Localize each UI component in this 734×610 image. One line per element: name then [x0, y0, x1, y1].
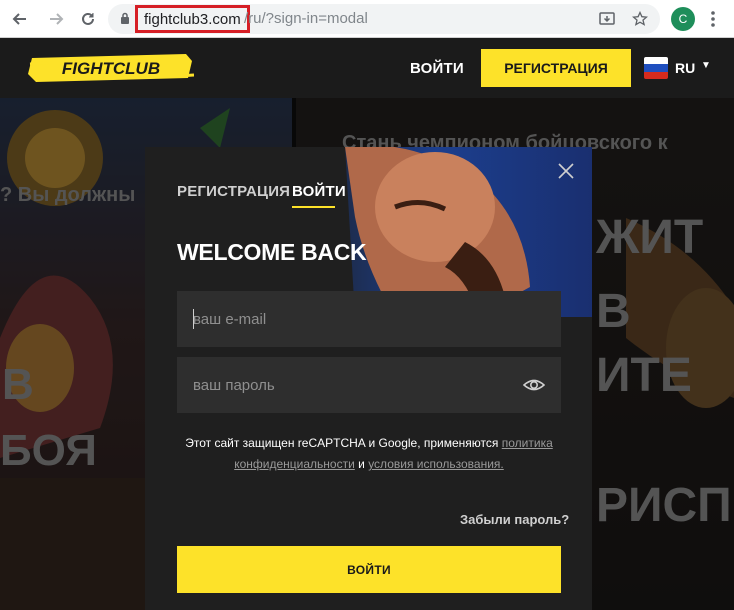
install-icon[interactable] — [598, 10, 616, 28]
logo-text: FIGHTCLUB — [62, 59, 160, 78]
header-login-link[interactable]: ВОЙТИ — [410, 60, 464, 77]
text-cursor — [193, 309, 194, 329]
tab-register[interactable]: РЕГИСТРАЦИЯ — [177, 183, 290, 200]
back-icon[interactable] — [8, 7, 32, 31]
reload-icon[interactable] — [76, 7, 100, 31]
active-tab-indicator — [292, 206, 335, 208]
star-icon[interactable] — [631, 10, 649, 28]
tab-login[interactable]: ВОЙТИ — [292, 183, 346, 200]
eye-icon[interactable] — [523, 375, 545, 395]
email-field-wrapper — [177, 291, 561, 347]
recaptcha-text: Этот сайт защищен reCAPTCHA и Google, пр… — [185, 436, 499, 450]
forgot-password-link[interactable]: Забыли пароль? — [460, 512, 569, 527]
password-field-wrapper — [177, 357, 561, 413]
close-icon[interactable] — [556, 161, 576, 181]
site-header: FIGHTCLUB ВОЙТИ РЕГИСТРАЦИЯ RU ▼ — [0, 38, 734, 98]
url-path: /ru/?sign-in=modal — [244, 10, 368, 27]
address-bar[interactable]: fightclub3.com /ru/?sign-in=modal — [108, 4, 660, 34]
profile-avatar[interactable]: C — [671, 7, 695, 31]
and-text: и — [358, 457, 365, 471]
recaptcha-notice: Этот сайт защищен reCAPTCHA и Google, пр… — [177, 433, 561, 475]
browser-toolbar: fightclub3.com /ru/?sign-in=modal C — [0, 0, 734, 38]
language-selector[interactable]: RU — [675, 60, 695, 76]
modal-title: WELCOME BACK — [177, 239, 367, 265]
forward-icon[interactable] — [44, 7, 68, 31]
login-submit-button[interactable]: ВОЙТИ — [177, 546, 561, 593]
url-highlight-box: fightclub3.com — [135, 5, 250, 33]
url-host: fightclub3.com — [144, 10, 241, 28]
russia-flag-icon[interactable] — [644, 57, 668, 79]
fightclub-logo[interactable]: FIGHTCLUB — [28, 52, 195, 84]
caret-down-icon[interactable]: ▼ — [701, 60, 711, 71]
terms-of-use-link[interactable]: условия использования. — [368, 457, 504, 471]
password-input[interactable] — [177, 357, 561, 413]
email-input[interactable] — [177, 291, 561, 347]
header-register-button[interactable]: РЕГИСТРАЦИЯ — [481, 49, 631, 87]
kebab-menu-icon[interactable] — [706, 7, 720, 31]
login-modal: РЕГИСТРАЦИЯ ВОЙТИ WELCOME BACK Этот сайт… — [145, 147, 592, 610]
lock-icon — [121, 12, 129, 24]
